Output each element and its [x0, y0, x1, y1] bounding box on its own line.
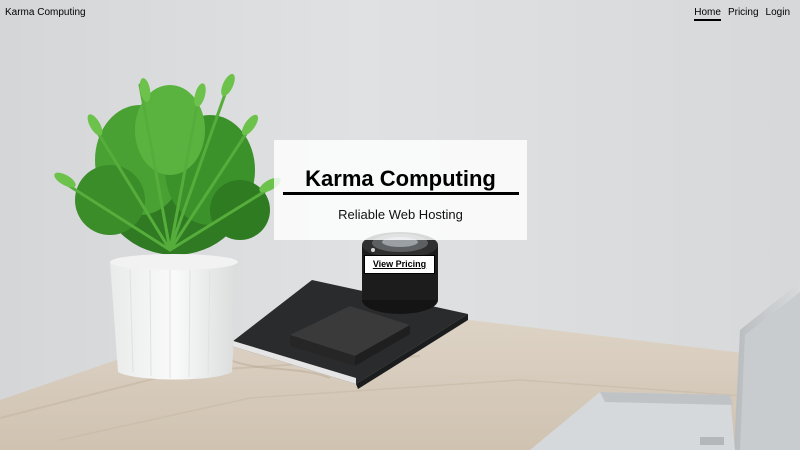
nav-link-pricing[interactable]: Pricing	[728, 7, 759, 21]
hero-tagline: Reliable Web Hosting	[338, 207, 463, 222]
view-pricing-button[interactable]: View Pricing	[364, 255, 435, 274]
nav-link-login[interactable]: Login	[766, 7, 790, 21]
top-navigation-bar: Karma Computing Home Pricing Login	[0, 0, 800, 24]
hero-title: Karma Computing	[282, 167, 519, 195]
nav-link-home[interactable]: Home	[694, 7, 721, 21]
page: Karma Computing Home Pricing Login Karma…	[0, 0, 800, 450]
hero-card: Karma Computing Reliable Web Hosting	[274, 140, 527, 240]
brand-link[interactable]: Karma Computing	[5, 7, 86, 18]
main-nav: Home Pricing Login	[694, 7, 790, 21]
